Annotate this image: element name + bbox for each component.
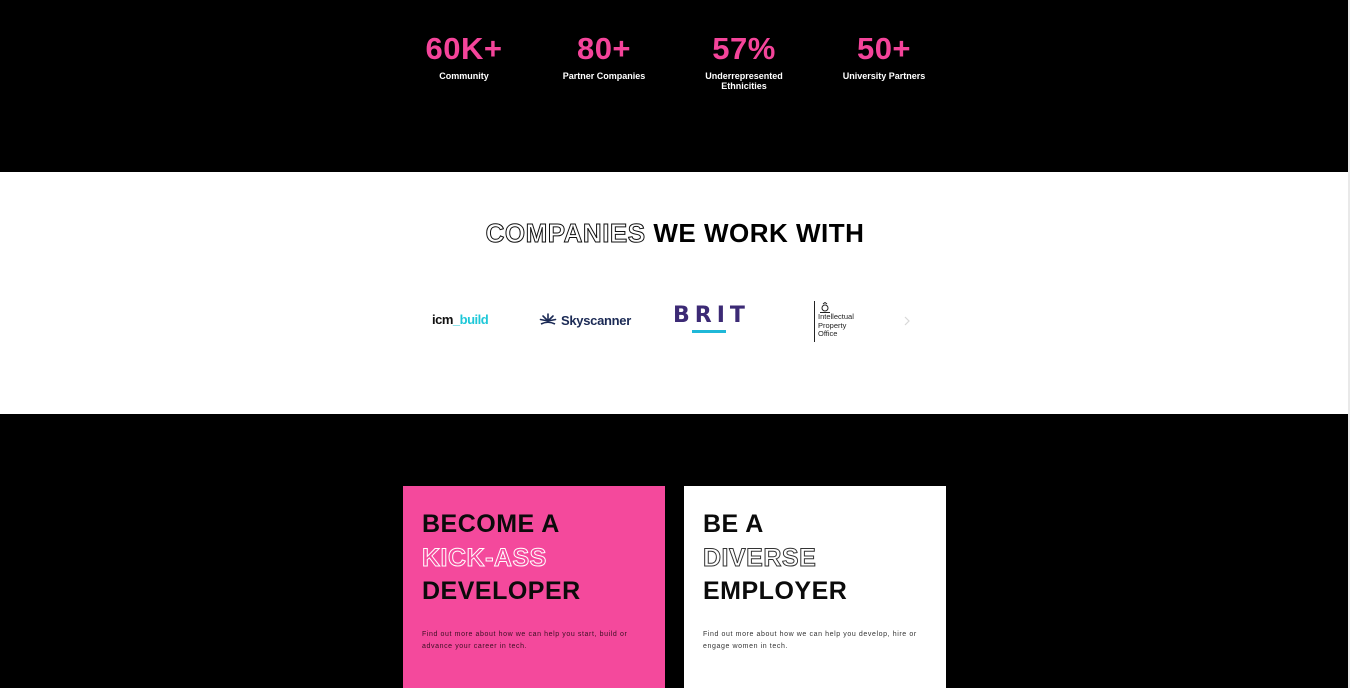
developer-card-description: Find out more about how we can help you … [422, 631, 628, 650]
carousel-next-button[interactable] [902, 314, 912, 328]
employer-card-description: Find out more about how we can help you … [703, 631, 917, 650]
developer-title-line-2: KICK-ASS [422, 543, 547, 572]
companies-section: COMPANIES WE WORK WITH icm_build Skyscan… [0, 172, 1348, 414]
skyscanner-logo-text: Skyscanner [561, 313, 631, 328]
stat-value: 50+ [856, 31, 912, 66]
intellectual-property-office-logo[interactable]: Intellectual Property Office [814, 300, 854, 342]
developer-title-line-3: DEVELOPER [422, 577, 581, 605]
stat-label: Partner Companies [562, 71, 646, 81]
brit-logo-text: BRIT [673, 303, 750, 328]
developer-title-line-1: BECOME A [422, 510, 560, 538]
developer-card-title: BECOME A KICK-ASS DEVELOPER [422, 508, 581, 609]
employer-title-line-3: EMPLOYER [703, 577, 848, 605]
heading-outline-word: COMPANIES [485, 218, 646, 249]
employer-card-title: BE A DIVERSE EMPLOYER [702, 508, 848, 609]
heading-solid-words: WE WORK WITH [645, 218, 865, 248]
stat-value: 57% [712, 31, 776, 66]
stat-community: 60K+ Community [409, 30, 519, 81]
skyscanner-logo[interactable]: Skyscanner [539, 312, 631, 329]
stat-label: Community [439, 71, 489, 81]
stats-section: 60K+ Community 80+ Partner Companies 57%… [0, 0, 1348, 172]
ipo-line-3: Office [818, 329, 838, 338]
stat-partner-companies: 80+ Partner Companies [549, 30, 659, 81]
skyscanner-sunrise-icon [539, 312, 557, 329]
stat-value: 60K+ [425, 31, 503, 66]
become-developer-card[interactable]: BECOME A KICK-ASS DEVELOPER Find out mor… [403, 486, 665, 688]
chevron-right-icon [902, 315, 912, 332]
brit-logo-underline [692, 330, 726, 333]
stat-label: University Partners [842, 71, 926, 81]
cta-section: BECOME A KICK-ASS DEVELOPER Find out mor… [0, 414, 1348, 688]
stat-value: 80+ [576, 31, 632, 66]
icm-build-logo[interactable]: icm_build [432, 312, 489, 327]
stat-university-partners: 50+ University Partners [829, 30, 939, 81]
ipo-divider [814, 301, 815, 342]
icm-logo-text: icm [432, 312, 453, 327]
icm-logo-build-text: _build [452, 312, 489, 327]
companies-heading: COMPANIES WE WORK WITH [0, 218, 1350, 249]
ipo-logo-text: Intellectual Property Office [818, 312, 854, 342]
brit-logo[interactable]: BRIT [673, 303, 745, 333]
employer-title-line-2: DIVERSE [702, 543, 817, 572]
royal-crest-icon [819, 300, 831, 313]
diverse-employer-card[interactable]: BE A DIVERSE EMPLOYER Find out more abou… [684, 486, 946, 688]
stat-label: Underrepresented Ethnicities [705, 71, 783, 91]
stat-underrepresented-ethnicities: 57% Underrepresented Ethnicities [689, 30, 799, 91]
employer-title-line-1: BE A [703, 510, 764, 538]
